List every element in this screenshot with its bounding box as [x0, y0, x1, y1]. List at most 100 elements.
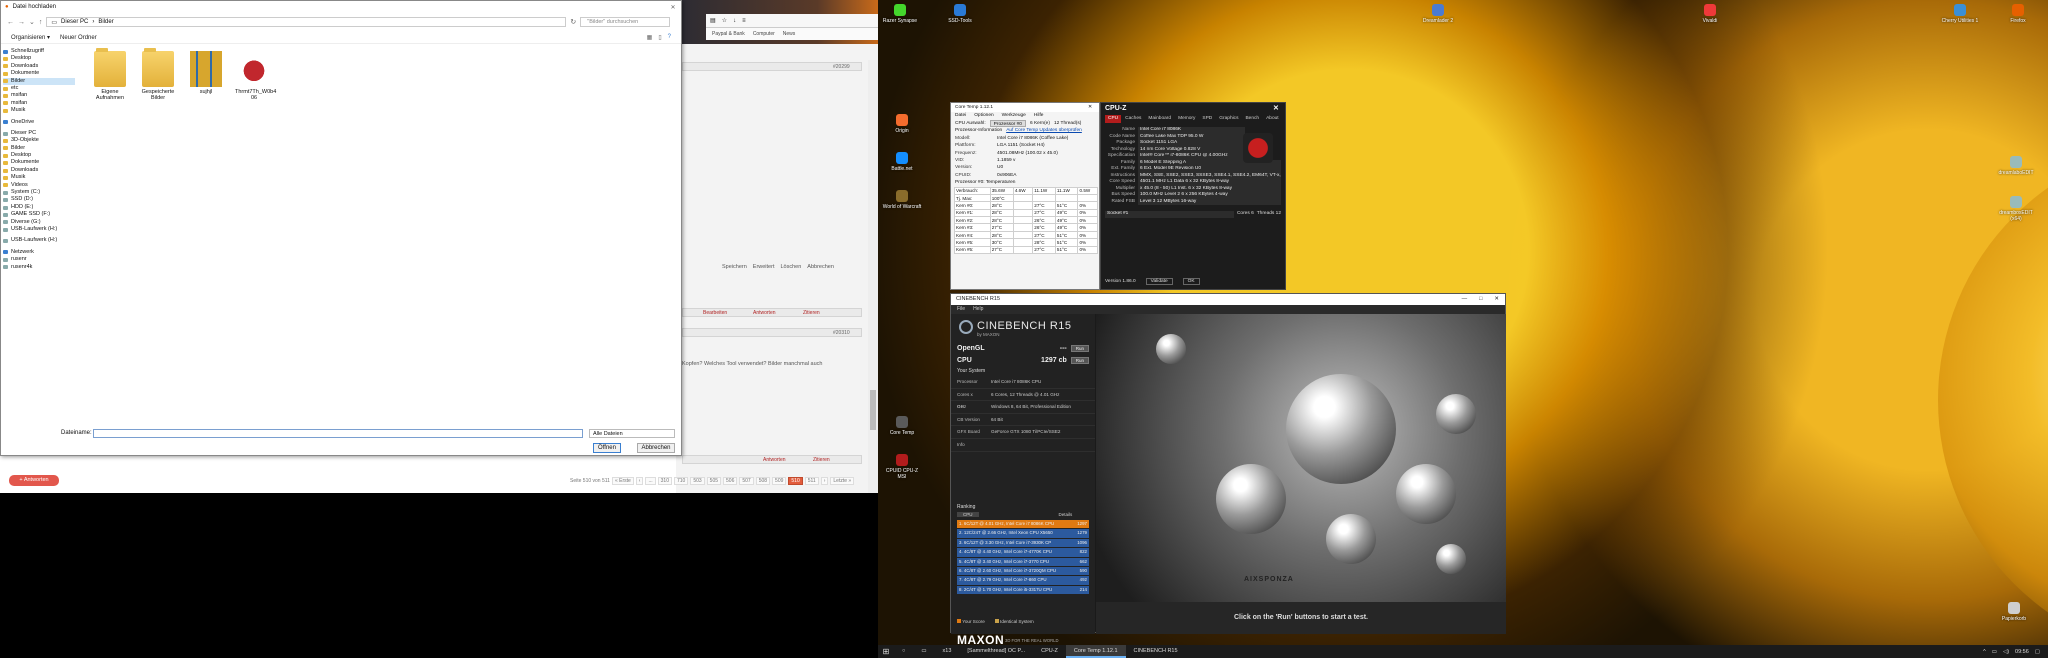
advanced-button[interactable]: Erweitert — [753, 264, 775, 270]
page-link[interactable]: 508 — [755, 477, 771, 485]
path-box[interactable]: ▭ Dieser PC › Bilder — [46, 17, 567, 27]
task-view-icon[interactable]: ▭ — [913, 645, 934, 658]
ranking-row[interactable]: 2. 12C/24T @ 2.66 GHz, Intel Xeon CPU X5… — [957, 529, 1089, 538]
menu-item[interactable]: Werkzeuge — [1002, 112, 1026, 120]
post-number[interactable]: #20299 — [833, 64, 850, 70]
filename-input[interactable] — [93, 429, 583, 438]
tree-item[interactable]: 3D-Objekte — [3, 137, 75, 144]
chevron-down-icon[interactable]: ⌄ — [29, 18, 35, 26]
cpuz-tab[interactable]: Mainboard — [1145, 115, 1174, 123]
page-link[interactable]: 507 — [739, 477, 754, 485]
close-icon[interactable]: ✕ — [1494, 294, 1499, 305]
ranking-row[interactable]: 1. 6C/12T @ 4.01 GHz, Intel Core i7 8086… — [957, 520, 1089, 529]
reply-link[interactable]: Antworten — [763, 457, 786, 463]
menu-icon[interactable]: ≡ — [742, 18, 746, 24]
help-icon[interactable]: ? — [668, 34, 671, 41]
edit-link[interactable]: Bearbeiten — [703, 310, 727, 316]
ranking-row[interactable]: 5. 4C/8T @ 3.40 GHz, Intel Core i7-3770 … — [957, 557, 1089, 566]
up-icon[interactable]: ↑ — [39, 19, 43, 26]
desktop-icon[interactable]: Cherry Utilities 1 — [1940, 4, 1980, 24]
desktop-icon[interactable]: Dreamlader 2 — [1418, 4, 1458, 24]
menu-item[interactable]: Hilfe — [1034, 112, 1044, 120]
page-link[interactable]: 505 — [706, 477, 722, 485]
file-item[interactable]: Eigene Aufnahmen — [91, 48, 129, 101]
desktop-icon[interactable]: Vivaldi — [1690, 4, 1730, 24]
page-link[interactable]: 310 — [657, 477, 672, 485]
preview-pane-icon[interactable]: ▯ — [658, 34, 661, 41]
tree-item[interactable]: rusenr — [3, 256, 75, 263]
tree-item[interactable]: Videos — [3, 182, 75, 189]
tree-item[interactable]: Dokumente — [3, 70, 75, 77]
tree-item[interactable]: Musik — [3, 174, 75, 181]
cpuz-tab[interactable]: CPU — [1105, 115, 1122, 123]
refresh-icon[interactable]: ↻ — [570, 18, 576, 26]
tree-item[interactable]: Schnellzugriff — [3, 48, 75, 55]
new-folder-button[interactable]: Neuer Ordner — [60, 35, 97, 41]
update-link[interactable]: Auf Core Temp Updates überprüfen — [1006, 127, 1082, 134]
chevron-up-icon[interactable]: ^ — [1983, 649, 1986, 655]
notifications-icon[interactable]: ▢ — [2035, 649, 2040, 655]
browser-scrollbar[interactable] — [868, 60, 878, 493]
search-icon[interactable]: ○ — [894, 645, 913, 658]
cpuz-tab[interactable]: Caches — [1122, 115, 1144, 123]
tree-item[interactable]: etc — [3, 85, 75, 92]
file-item[interactable]: sujhjl — [187, 51, 225, 101]
cpuz-tab[interactable]: Memory — [1175, 115, 1198, 123]
menu-item[interactable]: Datei — [955, 112, 966, 120]
cpuz-tab[interactable]: Graphics — [1216, 115, 1241, 123]
taskbar-item[interactable]: [Sammelthread] OC P... — [959, 645, 1033, 658]
organize-button[interactable]: Organisieren ▾ — [11, 34, 50, 41]
file-item[interactable]: Gespeicherte Bilder — [139, 48, 177, 101]
volume-icon[interactable]: ◁) — [2003, 649, 2009, 655]
ranking-row[interactable]: 8. 2C/4T @ 1.70 GHz, Intel Core i5-3317U… — [957, 585, 1089, 595]
breadcrumb-item[interactable]: Dieser PC — [61, 19, 88, 25]
run-opengl-button[interactable]: Run — [1070, 344, 1089, 352]
desktop-icon[interactable]: Firefox — [1998, 4, 2038, 24]
download-icon[interactable]: ↓ — [733, 18, 736, 24]
taskbar-item[interactable]: CPU-Z — [1033, 645, 1066, 658]
page-link[interactable]: ‹ — [635, 477, 644, 485]
page-link[interactable]: « Erste — [611, 477, 634, 485]
reply-link[interactable]: Antworten — [753, 310, 776, 316]
minimize-icon[interactable]: — — [1462, 294, 1468, 305]
ranking-select[interactable]: CPU — [957, 512, 979, 517]
reply-button[interactable]: + Antworten — [9, 475, 59, 486]
cpu-select[interactable]: Prozessor #0 — [989, 120, 1026, 128]
view-options-icon[interactable]: ▦ — [647, 34, 653, 41]
page-link[interactable]: Letzte » — [830, 477, 855, 485]
close-icon[interactable]: ✕ — [1273, 103, 1285, 115]
page-link[interactable]: 503 — [690, 477, 705, 485]
close-icon[interactable]: ✕ — [665, 4, 681, 11]
cpuz-tab[interactable]: About — [1263, 115, 1282, 123]
page-link[interactable]: 510 — [788, 477, 803, 485]
socket-select[interactable]: Socket #1 — [1105, 211, 1234, 218]
search-input[interactable]: "Bilder" durchsuchen — [580, 17, 671, 27]
tree-item[interactable]: msifan — [3, 100, 75, 107]
ranking-row[interactable]: 4. 4C/8T @ 4.40 GHz, Intel Core i7-4770K… — [957, 548, 1089, 557]
desktop-icon[interactable]: Razer Synapse — [880, 4, 920, 24]
post-number[interactable]: #20310 — [833, 330, 850, 336]
menu-help[interactable]: Help — [973, 305, 983, 314]
file-item[interactable]: Thrmt7Th_W0b4 06 — [235, 51, 276, 101]
forward-icon[interactable]: → — [18, 19, 25, 26]
tree-item[interactable]: HDD (E:) — [3, 204, 75, 211]
close-icon[interactable]: ✕ — [1081, 103, 1099, 112]
cpuz-tab[interactable]: SPD — [1199, 115, 1215, 123]
page-link[interactable]: 506 — [723, 477, 738, 485]
cancel-button[interactable]: Abbrechen — [637, 443, 675, 453]
bookmark-star-icon[interactable]: ☆ — [722, 17, 727, 24]
open-button[interactable]: Öffnen — [593, 443, 621, 453]
tree-item[interactable]: Musik — [3, 107, 75, 114]
filetype-select[interactable]: Alle Dateien — [589, 429, 675, 438]
quote-link[interactable]: Zitieren — [803, 310, 820, 316]
tree-item[interactable]: GAME SSD (F:) — [3, 211, 75, 218]
tree-item[interactable]: Diverse (G:) — [3, 219, 75, 226]
tree-item[interactable]: USB-Laufwerk (H:) — [3, 226, 75, 233]
ranking-row[interactable]: 3. 6C/12T @ 3.30 GHz, Intel Core i7-3930… — [957, 538, 1089, 548]
tree-item[interactable]: OneDrive — [3, 119, 75, 126]
clock[interactable]: 09:56 — [2015, 649, 2029, 655]
back-icon[interactable]: ← — [7, 19, 14, 26]
tree-item[interactable]: System (C:) — [3, 189, 75, 196]
tree-item[interactable]: msifan — [3, 92, 75, 99]
menu-item[interactable]: Optionen — [974, 112, 993, 120]
